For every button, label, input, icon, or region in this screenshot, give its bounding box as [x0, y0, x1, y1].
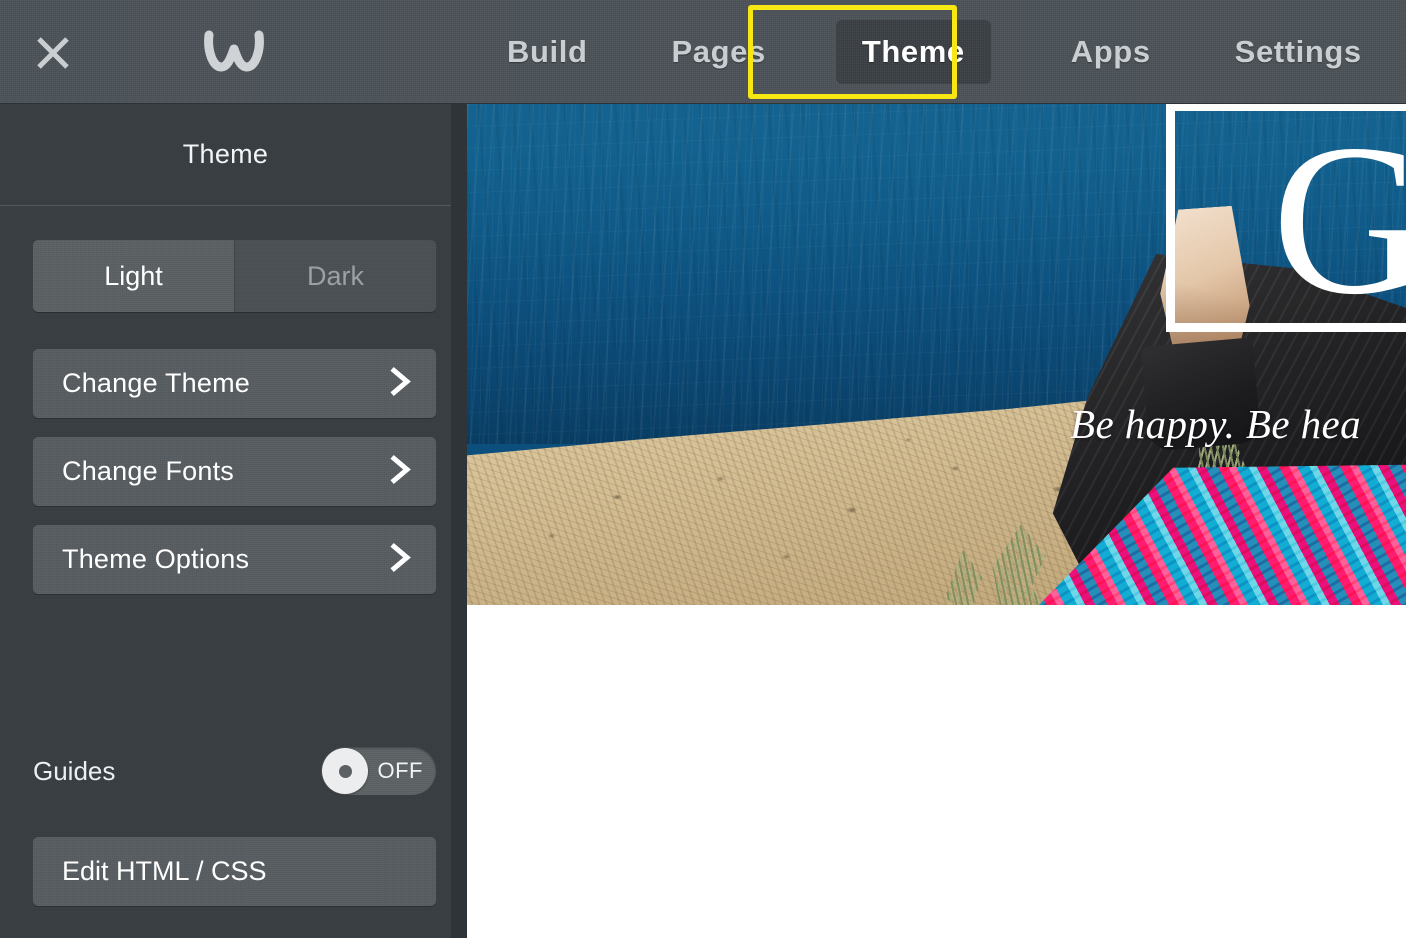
nav-tab-apps[interactable]: Apps — [1045, 20, 1177, 84]
menu-row-theme-options[interactable]: Theme Options — [33, 525, 436, 594]
hero-logo-letter[interactable]: G — [1272, 112, 1406, 328]
close-icon[interactable] — [30, 30, 76, 76]
chevron-right-icon — [390, 542, 412, 577]
toggle-knob-dot-icon — [338, 764, 352, 778]
menu-row-change-theme-label: Change Theme — [62, 368, 251, 398]
theme-mode-toggle: Light Dark — [33, 240, 436, 312]
weebly-logo-icon[interactable] — [196, 24, 272, 80]
guides-toggle[interactable]: OFF — [321, 747, 436, 795]
guides-toggle-knob — [322, 748, 368, 794]
nav-tab-theme-label: Theme — [861, 34, 965, 69]
weebly-editor-window: Build Pages Theme Apps Settings Help The… — [0, 0, 1406, 938]
nav-tab-settings[interactable]: Settings — [1209, 20, 1388, 84]
site-body-section[interactable]: Air Flow — [467, 605, 1406, 938]
theme-sidebar-panel: Theme Light Dark Change Theme Change Fon… — [0, 104, 467, 938]
hero-tagline[interactable]: Be happy. Be hea — [1070, 400, 1361, 448]
menu-row-change-fonts[interactable]: Change Fonts — [33, 437, 436, 506]
panel-title: Theme — [182, 139, 269, 169]
theme-mode-light[interactable]: Light — [33, 240, 235, 312]
guides-setting-row: Guides OFF — [33, 741, 436, 801]
chevron-right-icon — [390, 366, 412, 401]
nav-tab-theme[interactable]: Theme — [836, 20, 991, 84]
panel-divider — [0, 205, 451, 206]
sidebar-scrollbar[interactable] — [451, 104, 467, 938]
editor-topbar: Build Pages Theme Apps Settings Help — [0, 0, 1406, 104]
theme-mode-dark-label: Dark — [306, 260, 364, 291]
theme-mode-light-label: Light — [104, 260, 163, 291]
editor-nav: Build Pages Theme Apps Settings Help — [467, 0, 1406, 104]
guides-label: Guides — [33, 755, 116, 786]
hero-banner-section[interactable]: G Be happy. Be hea — [467, 104, 1406, 605]
chevron-right-icon — [390, 454, 412, 489]
guides-toggle-state: OFF — [377, 758, 423, 783]
menu-row-theme-options-label: Theme Options — [62, 544, 250, 574]
edit-html-css-label: Edit HTML / CSS — [62, 856, 267, 886]
theme-mode-dark[interactable]: Dark — [235, 240, 436, 312]
nav-tab-settings-label: Settings — [1234, 34, 1362, 69]
menu-row-change-theme[interactable]: Change Theme — [33, 349, 436, 418]
menu-row-change-fonts-label: Change Fonts — [62, 456, 235, 486]
edit-html-css-button[interactable]: Edit HTML / CSS — [33, 837, 436, 906]
site-preview-canvas[interactable]: G Be happy. Be hea Air Flow — [467, 104, 1406, 938]
nav-tab-pages-label: Pages — [671, 34, 766, 69]
nav-tab-pages[interactable]: Pages — [646, 20, 792, 84]
nav-tab-build-label: Build — [507, 34, 588, 69]
nav-tab-build[interactable]: Build — [481, 20, 614, 84]
theme-menu-list: Change Theme Change Fonts Theme Options — [33, 349, 436, 613]
nav-tab-apps-label: Apps — [1070, 34, 1151, 69]
